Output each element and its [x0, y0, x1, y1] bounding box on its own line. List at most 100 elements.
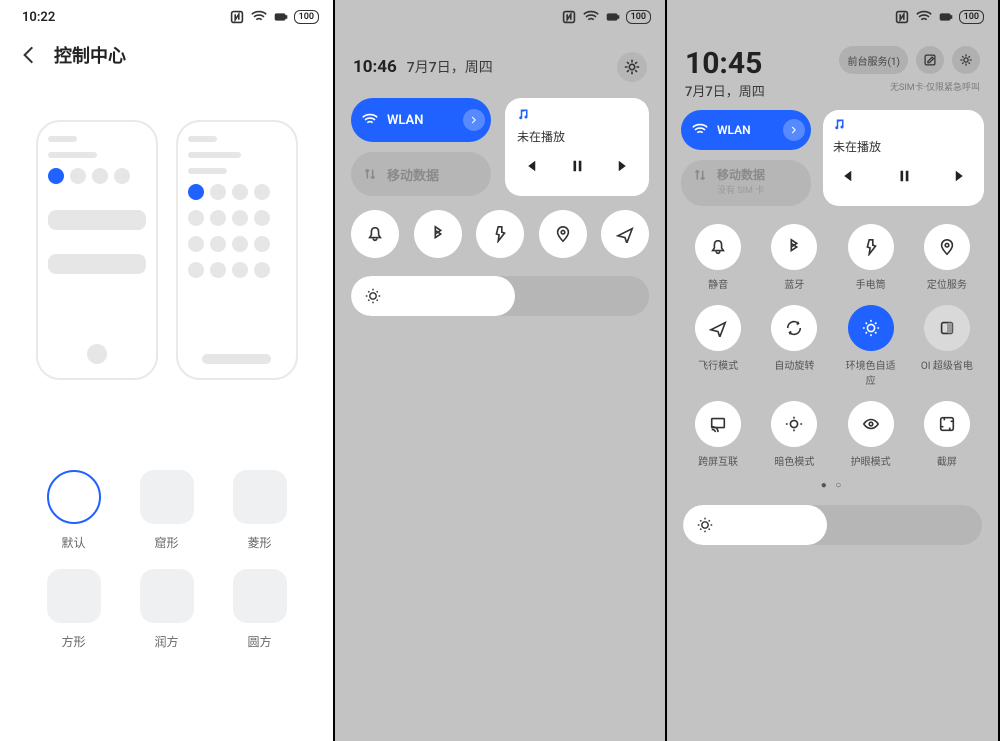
edit-button[interactable] [916, 46, 944, 74]
toggle-cast[interactable] [695, 401, 741, 447]
toggle-label: 护眼模式 [851, 453, 891, 468]
settings-button[interactable] [617, 52, 647, 82]
toggle-item: OI 超级省电 [918, 305, 976, 387]
primary-tiles: WLAN 移动数据 没有 SIM 卡 未在播放 [667, 110, 998, 206]
wlan-label: WLAN [387, 113, 423, 128]
toggle-grid: 静音 蓝牙 手电筒 定位服务 飞行模式 自动旋转 环境色自适应 OI 超级省电 … [667, 206, 998, 468]
toggle-item: 暗色模式 [765, 401, 823, 468]
media-card[interactable]: 未在播放 [823, 110, 984, 206]
wifi-icon [691, 121, 709, 139]
toggle-flashlight[interactable] [848, 224, 894, 270]
status-icons: 100 [228, 8, 319, 26]
flashlight-icon [862, 238, 880, 256]
toggle-label: 自动旋转 [774, 357, 814, 372]
nfc-icon [228, 8, 246, 26]
wlan-tile[interactable]: WLAN [351, 98, 491, 142]
toggle-label: 暗色模式 [774, 453, 814, 468]
rotate-icon [785, 319, 803, 337]
preview-expanded[interactable] [176, 120, 298, 380]
quick-settings-expanded: 100 10:45 7月7日，周四 前台服务(1) 无SIM卡·仅限紧急呼叫 [667, 0, 1000, 741]
wifi-icon [582, 8, 600, 26]
brightness-icon [697, 517, 713, 533]
prev-icon[interactable] [839, 169, 853, 183]
toggle-location[interactable] [539, 210, 587, 258]
battery-icon [604, 8, 622, 26]
toggle-square[interactable] [924, 305, 970, 351]
toggle-bluetooth[interactable] [771, 224, 817, 270]
data-sublabel: 没有 SIM 卡 [717, 183, 765, 196]
pause-icon[interactable] [570, 159, 584, 173]
expand-icon[interactable] [463, 109, 485, 131]
toggle-flashlight[interactable] [476, 210, 524, 258]
toggle-rotate[interactable] [771, 305, 817, 351]
wlan-tile[interactable]: WLAN [681, 110, 811, 150]
back-icon[interactable] [18, 44, 40, 66]
media-status: 未在播放 [517, 128, 637, 145]
cast-icon [709, 415, 727, 433]
toggle-sun[interactable] [848, 305, 894, 351]
toggle-airplane[interactable] [601, 210, 649, 258]
shape-option[interactable]: 窟形 [135, 470, 198, 551]
battery-icon [272, 8, 290, 26]
square-icon [938, 319, 956, 337]
wifi-icon [361, 111, 379, 129]
data-label: 移动数据 [717, 166, 765, 183]
status-time: 10:22 [22, 10, 55, 25]
mobile-data-tile[interactable]: 移动数据 没有 SIM 卡 [681, 160, 811, 206]
gear-icon [623, 58, 641, 76]
shape-option[interactable]: 默认 [42, 470, 105, 551]
expand-icon[interactable] [783, 119, 805, 141]
toggle-bell[interactable] [695, 224, 741, 270]
toggle-label: 定位服务 [927, 276, 967, 291]
edit-icon [923, 53, 937, 67]
toggle-bluetooth[interactable] [414, 210, 462, 258]
clock-time: 10:46 [353, 57, 397, 77]
shape-label: 圆方 [247, 633, 271, 650]
status-bar: 10:22 100 [0, 0, 333, 30]
toggle-item: 静音 [689, 224, 747, 291]
bell-icon [709, 238, 727, 256]
toggle-location[interactable] [924, 224, 970, 270]
data-icon [691, 166, 709, 184]
settings-button[interactable] [952, 46, 980, 74]
sim-status: 无SIM卡·仅限紧急呼叫 [890, 80, 980, 93]
next-icon[interactable] [617, 159, 631, 173]
shape-label: 菱形 [247, 534, 271, 551]
toggle-item: 跨屏互联 [689, 401, 747, 468]
prev-icon[interactable] [523, 159, 537, 173]
shape-label: 方形 [61, 633, 85, 650]
shape-swatch [233, 470, 287, 524]
media-status: 未在播放 [833, 138, 974, 155]
preview-compact[interactable] [36, 120, 158, 380]
brightness-slider[interactable] [683, 505, 982, 545]
wlan-label: WLAN [717, 123, 751, 137]
shape-option[interactable]: 菱形 [228, 470, 291, 551]
flashlight-icon [491, 225, 509, 243]
toggle-dark[interactable] [771, 401, 817, 447]
toggle-label: 蓝牙 [784, 276, 804, 291]
shape-swatch [47, 569, 101, 623]
shape-option[interactable]: 方形 [42, 569, 105, 650]
shape-option[interactable]: 润方 [135, 569, 198, 650]
shape-option[interactable]: 圆方 [228, 569, 291, 650]
foreground-service-button[interactable]: 前台服务(1) [839, 46, 908, 74]
battery-percent: 100 [626, 10, 651, 24]
toggle-item: 定位服务 [918, 224, 976, 291]
toggle-screenshot[interactable] [924, 401, 970, 447]
toggle-label: 环境色自适应 [842, 357, 900, 387]
toggle-airplane[interactable] [695, 305, 741, 351]
wifi-icon [915, 8, 933, 26]
next-icon[interactable] [954, 169, 968, 183]
shape-swatch [233, 569, 287, 623]
brightness-slider[interactable] [351, 276, 649, 316]
clock-date: 7月7日，周四 [407, 60, 493, 76]
mobile-data-tile[interactable]: 移动数据 [351, 152, 491, 196]
location-icon [554, 225, 572, 243]
style-preview-row [0, 120, 333, 380]
toggle-bell[interactable] [351, 210, 399, 258]
media-card[interactable]: 未在播放 [505, 98, 649, 196]
wifi-icon [250, 8, 268, 26]
pause-icon[interactable] [897, 169, 911, 183]
quick-settings-compact: 100 10:46 7月7日，周四 WLAN 移动数据 未在播放 [335, 0, 667, 741]
toggle-eye[interactable] [848, 401, 894, 447]
